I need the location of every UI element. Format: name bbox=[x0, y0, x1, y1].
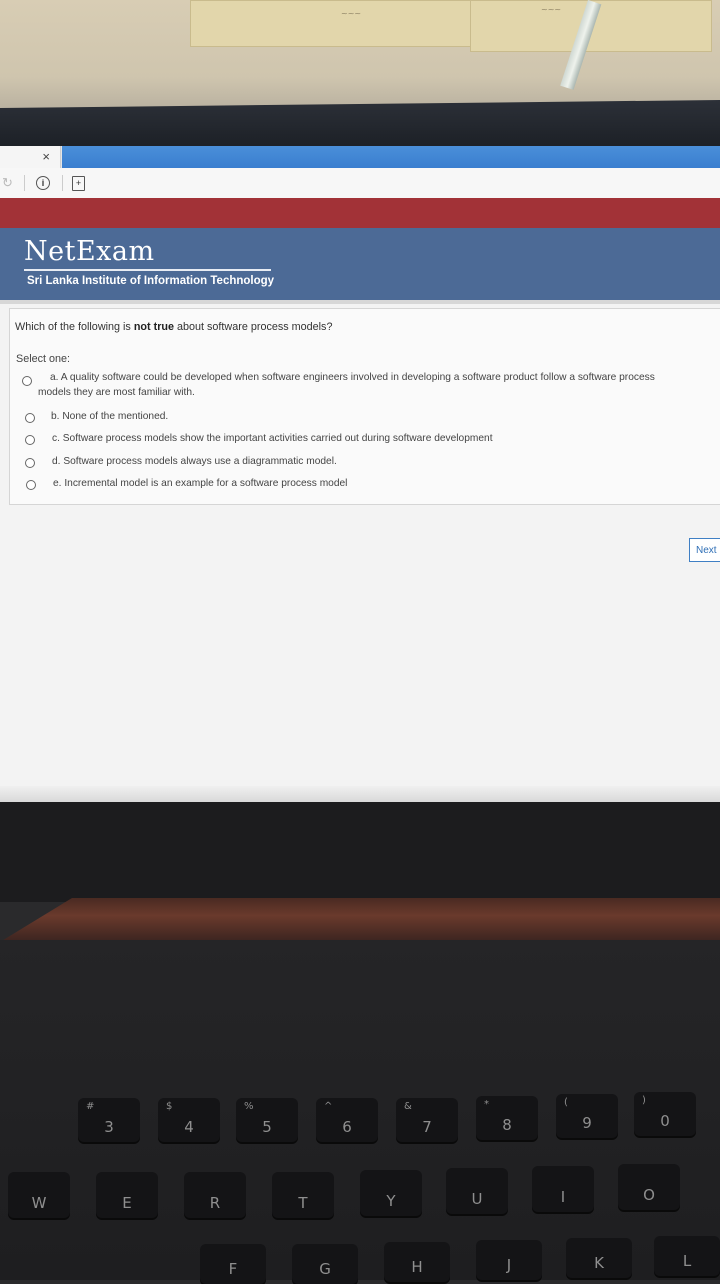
key-8[interactable]: * 8 bbox=[476, 1096, 538, 1140]
key-w[interactable]: W bbox=[8, 1172, 70, 1218]
key-symbol: ^ bbox=[324, 1101, 333, 1112]
key-f[interactable]: F bbox=[200, 1244, 266, 1284]
key-char: R bbox=[209, 1194, 221, 1212]
page-icon[interactable]: + bbox=[72, 176, 85, 191]
answer-option-d[interactable]: d. Software process models always use a … bbox=[10, 456, 720, 474]
radio-button[interactable] bbox=[25, 413, 35, 423]
key-char: T bbox=[298, 1194, 308, 1212]
option-label: e. Incremental model is an example for a… bbox=[53, 478, 348, 489]
key-u[interactable]: U bbox=[446, 1168, 508, 1214]
key-symbol: # bbox=[86, 1101, 95, 1112]
key-char: O bbox=[643, 1186, 655, 1204]
key-char: Y bbox=[386, 1192, 396, 1210]
key-char: E bbox=[122, 1194, 132, 1212]
key-t[interactable]: T bbox=[272, 1172, 334, 1218]
key-char: I bbox=[560, 1188, 566, 1206]
key-char: 7 bbox=[422, 1118, 432, 1136]
radio-button[interactable] bbox=[26, 480, 36, 490]
key-4[interactable]: $4 bbox=[158, 1098, 220, 1142]
key-char: 3 bbox=[104, 1118, 114, 1136]
radio-button[interactable] bbox=[25, 458, 35, 468]
option-label: a. A quality software could be developed… bbox=[50, 372, 655, 383]
next-button[interactable]: Next bbox=[689, 538, 720, 562]
option-label: c. Software process models show the impo… bbox=[52, 433, 493, 444]
key-char: 5 bbox=[262, 1118, 272, 1136]
key-char: 8 bbox=[502, 1116, 512, 1134]
key-char: 0 bbox=[660, 1112, 670, 1130]
key-5[interactable]: % 5 bbox=[236, 1098, 298, 1142]
key-char: 6 bbox=[342, 1118, 352, 1136]
key-l[interactable]: L bbox=[654, 1236, 720, 1276]
question-box: Which of the following is not true about… bbox=[9, 308, 720, 505]
browser-screen: × ↻ i + NetExam Sri Lanka Institute of I… bbox=[0, 146, 720, 802]
key-0[interactable]: ) 0 bbox=[634, 1092, 696, 1136]
question-emphasis: not true bbox=[133, 321, 175, 333]
key-j[interactable]: J bbox=[476, 1240, 542, 1280]
key-y[interactable]: Y bbox=[360, 1170, 422, 1216]
key-h[interactable]: H bbox=[384, 1242, 450, 1282]
key-symbol: * bbox=[484, 1099, 489, 1110]
key-char: W bbox=[31, 1194, 47, 1212]
key-6[interactable]: ^ 6 bbox=[316, 1098, 378, 1142]
key-7[interactable]: & 7 bbox=[396, 1098, 458, 1142]
radio-button[interactable] bbox=[25, 435, 35, 445]
key-k[interactable]: K bbox=[566, 1238, 632, 1278]
question-prefix: Which of the following is bbox=[15, 321, 134, 333]
divider bbox=[24, 175, 25, 191]
key-char: U bbox=[471, 1190, 483, 1208]
site-subtitle: Sri Lanka Institute of Information Techn… bbox=[27, 275, 275, 287]
site-header: NetExam Sri Lanka Institute of Informati… bbox=[0, 228, 720, 300]
top-accent-bar bbox=[0, 198, 720, 228]
radio-button[interactable] bbox=[22, 376, 32, 386]
key-g[interactable]: G bbox=[292, 1244, 358, 1284]
key-symbol: $ bbox=[166, 1101, 173, 1112]
key-char: 4 bbox=[184, 1118, 194, 1136]
key-symbol: % bbox=[244, 1101, 254, 1112]
header-divider bbox=[0, 300, 720, 304]
key-o[interactable]: O bbox=[618, 1164, 680, 1210]
option-label-continued: models they are most familiar with. bbox=[38, 387, 195, 398]
key-char: J bbox=[506, 1256, 512, 1274]
key-char: 9 bbox=[582, 1114, 592, 1132]
site-logo[interactable]: NetExam bbox=[24, 236, 155, 267]
answer-option-a[interactable]: a. A quality software could be developed… bbox=[10, 371, 720, 398]
key-3[interactable]: #3 bbox=[78, 1098, 140, 1142]
question-suffix: about software process models? bbox=[174, 321, 333, 333]
key-symbol: ) bbox=[642, 1095, 646, 1106]
close-icon[interactable]: × bbox=[42, 149, 50, 164]
answer-option-e[interactable]: e. Incremental model is an example for a… bbox=[10, 478, 720, 496]
laptop-hinge bbox=[0, 898, 720, 942]
browser-tab[interactable]: × bbox=[0, 146, 61, 168]
key-char: H bbox=[411, 1258, 423, 1276]
question-text: Which of the following is not true about… bbox=[15, 321, 332, 333]
address-bar: ↻ i + bbox=[0, 168, 720, 199]
select-one-label: Select one: bbox=[16, 353, 71, 365]
key-i[interactable]: I bbox=[532, 1166, 594, 1212]
key-e[interactable]: E bbox=[96, 1172, 158, 1218]
key-9[interactable]: (9 bbox=[556, 1094, 618, 1138]
info-icon[interactable]: i bbox=[36, 176, 50, 190]
new-tab-area[interactable] bbox=[62, 146, 720, 168]
sticky-note: ~~~ bbox=[190, 0, 472, 47]
divider bbox=[62, 175, 63, 191]
option-label: d. Software process models always use a … bbox=[52, 456, 337, 467]
option-label: b. None of the mentioned. bbox=[51, 411, 169, 422]
answer-option-c[interactable]: c. Software process models show the impo… bbox=[10, 433, 720, 451]
key-symbol: ( bbox=[564, 1097, 568, 1108]
logo-underline bbox=[24, 269, 271, 271]
answer-option-b[interactable]: b. None of the mentioned. bbox=[10, 411, 720, 429]
laptop-bezel bbox=[0, 802, 720, 902]
key-char: K bbox=[594, 1254, 604, 1272]
reload-icon[interactable]: ↻ bbox=[2, 175, 13, 191]
key-r[interactable]: R bbox=[184, 1172, 246, 1218]
key-char: L bbox=[682, 1252, 692, 1270]
key-char: F bbox=[228, 1260, 238, 1278]
monitor-bezel bbox=[0, 100, 720, 148]
key-symbol: & bbox=[404, 1101, 412, 1112]
tab-bar: × bbox=[0, 146, 720, 168]
key-char: G bbox=[319, 1260, 331, 1278]
screen-edge bbox=[0, 786, 720, 802]
